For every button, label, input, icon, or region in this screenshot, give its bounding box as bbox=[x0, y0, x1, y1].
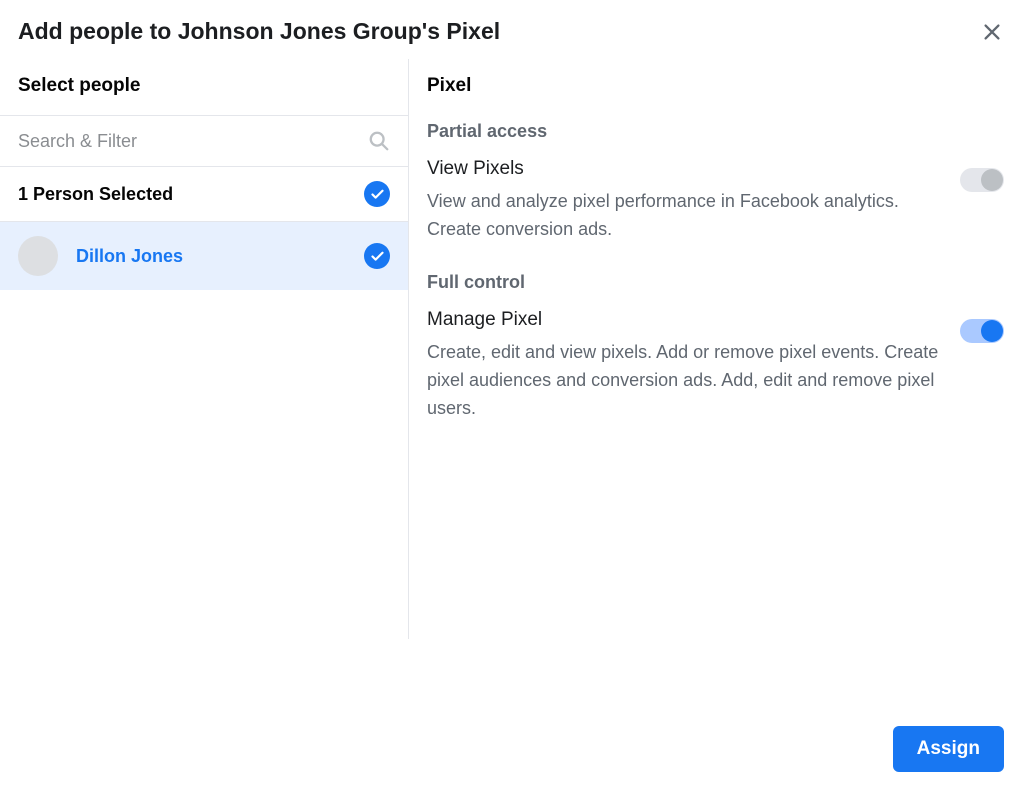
person-row[interactable]: Dillon Jones bbox=[0, 222, 408, 290]
permission-view-pixels: View Pixels View and analyze pixel perfo… bbox=[427, 158, 1004, 244]
modal-title: Add people to Johnson Jones Group's Pixe… bbox=[18, 18, 500, 45]
permission-title: Manage Pixel bbox=[427, 309, 940, 331]
avatar bbox=[18, 236, 58, 276]
modal-body: Select people 1 Person Selected Dil bbox=[0, 59, 1024, 790]
selected-count-label: 1 Person Selected bbox=[18, 184, 173, 205]
asset-type-title: Pixel bbox=[427, 75, 1004, 97]
close-icon bbox=[981, 21, 1003, 43]
modal-header: Add people to Johnson Jones Group's Pixe… bbox=[0, 18, 1024, 59]
close-button[interactable] bbox=[980, 20, 1004, 44]
modal-footer: Assign bbox=[893, 726, 1004, 772]
select-people-heading: Select people bbox=[0, 59, 408, 116]
toggle-manage-pixel[interactable] bbox=[960, 319, 1004, 343]
search-icon bbox=[368, 130, 390, 152]
toggle-knob bbox=[981, 320, 1003, 342]
selected-count-row[interactable]: 1 Person Selected bbox=[0, 167, 408, 222]
toggle-view-pixels[interactable] bbox=[960, 168, 1004, 192]
access-group-label: Full control bbox=[427, 272, 1004, 293]
selected-all-check bbox=[364, 181, 390, 207]
person-selected-check bbox=[364, 243, 390, 269]
permission-title: View Pixels bbox=[427, 158, 940, 180]
check-icon bbox=[370, 249, 385, 264]
permission-manage-pixel: Manage Pixel Create, edit and view pixel… bbox=[427, 309, 1004, 423]
person-name: Dillon Jones bbox=[76, 246, 364, 267]
people-panel: Select people 1 Person Selected Dil bbox=[0, 59, 408, 790]
search-row bbox=[0, 116, 408, 167]
permission-description: View and analyze pixel performance in Fa… bbox=[427, 188, 940, 244]
add-people-modal: Add people to Johnson Jones Group's Pixe… bbox=[0, 0, 1024, 790]
access-group-label: Partial access bbox=[427, 121, 1004, 142]
check-icon bbox=[370, 187, 385, 202]
permission-text: View Pixels View and analyze pixel perfo… bbox=[427, 158, 940, 244]
permissions-panel: Pixel Partial access View Pixels View an… bbox=[408, 59, 1024, 639]
toggle-knob bbox=[981, 169, 1003, 191]
assign-button[interactable]: Assign bbox=[893, 726, 1004, 772]
search-input[interactable] bbox=[18, 131, 368, 152]
permission-text: Manage Pixel Create, edit and view pixel… bbox=[427, 309, 940, 423]
permission-description: Create, edit and view pixels. Add or rem… bbox=[427, 339, 940, 423]
